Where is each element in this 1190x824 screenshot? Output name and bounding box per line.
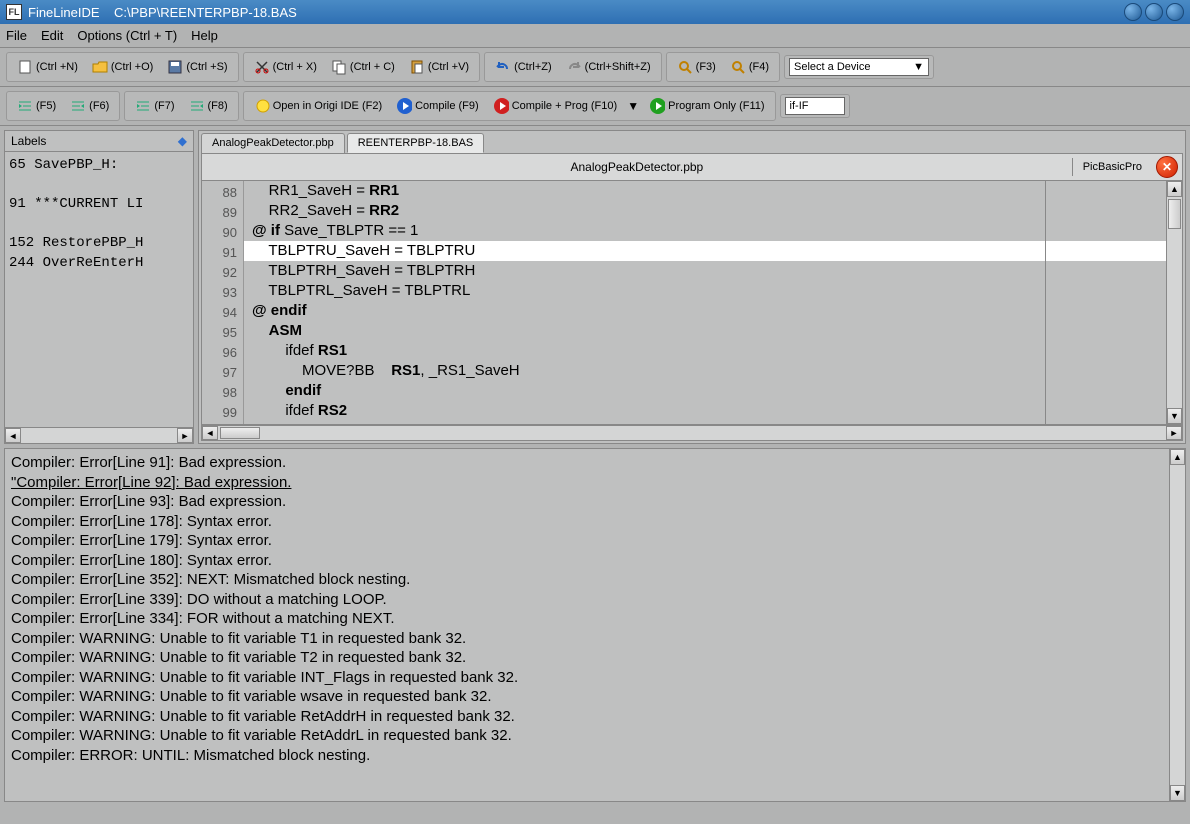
toolbar-2: (F5) (F6) (F7) (F8) Open in Origi IDE (F… [0,87,1190,126]
play-green-icon [649,98,665,114]
ruler-line [1045,181,1046,424]
file-name: AnalogPeakDetector.pbp [202,157,1072,177]
code-area[interactable]: 888990919293949596979899100 RR1_SaveH = … [201,181,1183,425]
output-body[interactable]: Compiler: Error[Line 91]: Bad expression… [5,449,1169,801]
scroll-right-icon[interactable]: ► [177,428,193,443]
dropdown-arrow-icon[interactable]: ▼ [625,98,641,114]
undo-button[interactable]: (Ctrl+Z) [489,55,558,79]
code-body[interactable]: RR1_SaveH = RR1 RR2_SaveH = RR2@ if Save… [244,181,1166,424]
compile-button[interactable]: Compile (F9) [390,94,485,118]
toolbar-group-device: Select a Device▼ [784,55,934,79]
window-title: FineLineIDE C:\PBP\REENTERPBP-18.BAS [28,5,1124,20]
menubar: File Edit Options (Ctrl + T) Help [0,24,1190,48]
line-gutter: 888990919293949596979899100 [202,181,244,424]
find-button[interactable]: (F3) [671,55,722,79]
file-tabs: AnalogPeakDetector.pbp REENTERPBP-18.BAS [199,131,1185,153]
program-only-button[interactable]: Program Only (F11) [643,94,770,118]
output-panel: Compiler: Error[Line 91]: Bad expression… [4,448,1186,802]
menu-help[interactable]: Help [191,28,218,43]
copy-button[interactable]: (Ctrl + C) [325,55,401,79]
play-red-icon [493,98,509,114]
toolbar-group-find: (F3) (F4) [666,52,780,82]
close-file-button[interactable]: ✕ [1156,156,1178,178]
open-button[interactable]: (Ctrl +O) [86,55,159,79]
toolbar-group-undo: (Ctrl+Z) (Ctrl+Shift+Z) [484,52,662,82]
scroll-thumb[interactable] [1168,199,1181,229]
open-origi-button[interactable]: Open in Origi IDE (F2) [248,94,388,118]
toolbar-group-indent2: (F7) (F8) [124,91,238,121]
cut-button[interactable]: (Ctrl + X) [248,55,323,79]
paste-button[interactable]: (Ctrl +V) [403,55,475,79]
language-badge: PicBasicPro [1072,158,1152,176]
labels-panel: Labels ◆ 65 SavePBP_H: 91 ***CURRENT LI … [4,130,194,444]
scroll-up-icon[interactable]: ▲ [1167,181,1182,197]
indent-left-icon [70,98,86,114]
file-header: AnalogPeakDetector.pbp PicBasicPro ✕ [201,153,1183,181]
labels-list[interactable]: 65 SavePBP_H: 91 ***CURRENT LI 152 Resto… [5,152,193,427]
indent-f7-button[interactable]: (F7) [129,94,180,118]
find-next-button[interactable]: (F4) [724,55,775,79]
toolbar-1: (Ctrl +N) (Ctrl +O) (Ctrl +S) (Ctrl + X)… [0,48,1190,87]
labels-header[interactable]: Labels ◆ [5,131,193,152]
chevron-down-icon: ▼ [913,61,924,73]
magnifier-next-icon [730,59,746,75]
maximize-button[interactable] [1145,3,1163,21]
sidebar-hscroll[interactable]: ◄ ► [5,427,193,443]
menu-options[interactable]: Options (Ctrl + T) [77,28,177,43]
close-window-button[interactable] [1166,3,1184,21]
indent-f6-button[interactable]: (F6) [64,94,115,118]
editor-hscroll[interactable]: ◄ ► [201,425,1183,441]
save-button[interactable]: (Ctrl +S) [161,55,233,79]
titlebar: FL FineLineIDE C:\PBP\REENTERPBP-18.BAS [0,0,1190,24]
menu-edit[interactable]: Edit [41,28,63,43]
toolbar-group-edit: (Ctrl + X) (Ctrl + C) (Ctrl +V) [243,52,480,82]
new-file-icon [17,59,33,75]
scroll-right-icon[interactable]: ► [1166,426,1182,440]
scroll-up-icon[interactable]: ▲ [1170,449,1185,465]
scroll-left-icon[interactable]: ◄ [202,426,218,440]
compile-prog-button[interactable]: Compile + Prog (F10) [487,94,623,118]
play-blue-icon [396,98,412,114]
editor-panel: AnalogPeakDetector.pbp REENTERPBP-18.BAS… [198,130,1186,444]
indent-right2-icon [135,98,151,114]
diamond-blue-icon: ◆ [178,134,187,148]
minimize-button[interactable] [1124,3,1142,21]
new-button[interactable]: (Ctrl +N) [11,55,84,79]
scissors-icon [254,59,270,75]
tab-analogpeak[interactable]: AnalogPeakDetector.pbp [201,133,345,153]
scroll-down-icon[interactable]: ▼ [1167,408,1182,424]
output-vscroll[interactable]: ▲ ▼ [1169,449,1185,801]
toolbar-group-search [780,94,850,118]
undo-icon [495,59,511,75]
magnifier-icon [677,59,693,75]
indent-f8-button[interactable]: (F8) [183,94,234,118]
menu-file[interactable]: File [6,28,27,43]
indent-f5-button[interactable]: (F5) [11,94,62,118]
app-logo-icon: FL [6,4,22,20]
tab-reenterpbp[interactable]: REENTERPBP-18.BAS [347,133,485,153]
search-input[interactable] [785,97,845,115]
indent-left2-icon [189,98,205,114]
editor-vscroll[interactable]: ▲ ▼ [1166,181,1182,424]
redo-icon [566,59,582,75]
window-controls [1124,3,1184,21]
scroll-down-icon[interactable]: ▼ [1170,785,1185,801]
device-select[interactable]: Select a Device▼ [789,58,929,76]
toolbar-group-file: (Ctrl +N) (Ctrl +O) (Ctrl +S) [6,52,239,82]
sun-icon [254,98,270,114]
scroll-thumb-h[interactable] [220,427,260,439]
open-folder-icon [92,59,108,75]
toolbar-group-indent1: (F5) (F6) [6,91,120,121]
save-disk-icon [167,59,183,75]
main-area: Labels ◆ 65 SavePBP_H: 91 ***CURRENT LI … [0,126,1190,448]
redo-button[interactable]: (Ctrl+Shift+Z) [560,55,657,79]
toolbar-group-compile: Open in Origi IDE (F2) Compile (F9) Comp… [243,91,776,121]
clipboard-icon [409,59,425,75]
indent-right-icon [17,98,33,114]
scroll-left-icon[interactable]: ◄ [5,428,21,443]
copy-icon [331,59,347,75]
